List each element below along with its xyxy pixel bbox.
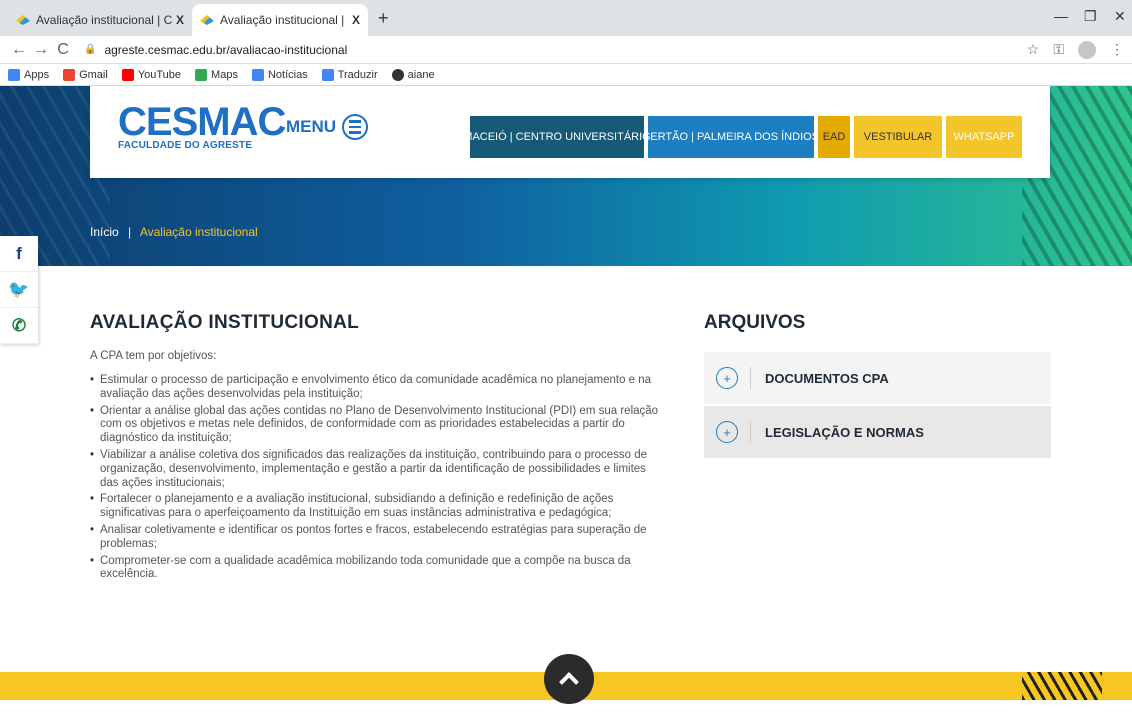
- divider: [750, 421, 751, 443]
- bookmark-label: YouTube: [137, 68, 182, 81]
- bookmark-maps[interactable]: Maps: [195, 68, 238, 81]
- bookmark-apps[interactable]: Apps: [8, 68, 50, 81]
- breadcrumb-current: Avaliação institucional: [139, 225, 258, 239]
- menu-label: MENU: [286, 117, 337, 136]
- site-header: CESMAC FACULDADE DO AGRESTE MENU MACEIÓ …: [90, 86, 1050, 178]
- plus-icon: +: [716, 367, 738, 389]
- hamburger-icon: [342, 114, 369, 140]
- close-window-icon[interactable]: ✕: [1114, 8, 1126, 25]
- breadcrumb-separator: |: [128, 225, 132, 239]
- list-item: Orientar a análise global das ações cont…: [90, 405, 660, 446]
- url-text: agreste.cesmac.edu.br/avaliacao-instituc…: [104, 42, 348, 57]
- address-bar-row: ← → C 🔒 agreste.cesmac.edu.br/avaliacao-…: [0, 36, 1132, 64]
- translate-icon: [321, 68, 334, 81]
- plus-icon: +: [716, 421, 738, 443]
- bookmark-aiane[interactable]: aiane: [391, 68, 435, 81]
- tab-title: Avaliação institucional | Cesmac: [36, 13, 172, 27]
- bookmarks-bar: Apps Gmail YouTube Maps Notícias Traduzi…: [0, 64, 1132, 86]
- page-content: CESMAC FACULDADE DO AGRESTE MENU MACEIÓ …: [0, 86, 1132, 704]
- profile-avatar[interactable]: [1078, 40, 1096, 59]
- youtube-icon: [121, 68, 134, 81]
- minimize-icon[interactable]: —: [1054, 8, 1068, 24]
- accordion-legislacao-normas[interactable]: + LEGISLAÇÃO E NORMAS: [704, 406, 1051, 458]
- restore-icon[interactable]: ❐: [1084, 8, 1097, 25]
- social-share-bar: f 🐦 ✆: [0, 236, 38, 344]
- bookmark-label: Traduzir: [337, 68, 378, 81]
- main-content: AVALIAÇÃO INSTITUCIONAL A CPA tem por ob…: [90, 312, 660, 585]
- files-accordion: + DOCUMENTOS CPA + LEGISLAÇÃO E NORMAS: [704, 352, 1051, 458]
- list-item: Fortalecer o planejamento e a avaliação …: [90, 493, 660, 521]
- new-tab-button[interactable]: +: [378, 8, 389, 29]
- nav-maceio-button[interactable]: MACEIÓ | CENTRO UNIVERSITÁRIO: [463, 116, 651, 158]
- lock-icon: 🔒: [84, 44, 97, 55]
- bookmark-youtube[interactable]: YouTube: [121, 68, 182, 81]
- close-tab-icon[interactable]: X: [352, 13, 360, 27]
- maps-icon: [195, 68, 208, 81]
- chevron-up-icon: [559, 672, 579, 692]
- favicon-icon: [16, 15, 30, 25]
- accordion-label: LEGISLAÇÃO E NORMAS: [765, 424, 924, 440]
- list-item: Estimular o processo de participação e e…: [90, 374, 660, 402]
- bookmark-label: aiane: [407, 68, 435, 81]
- nav-ead-button[interactable]: EAD: [818, 116, 850, 158]
- menu-button[interactable]: MENU: [286, 114, 369, 140]
- list-item: Viabilizar a análise coletiva dos signif…: [90, 449, 660, 490]
- bookmark-traduzir[interactable]: Traduzir: [321, 68, 378, 81]
- objectives-list: Estimular o processo de participação e e…: [90, 374, 660, 582]
- bookmark-noticias[interactable]: Notícias: [251, 68, 308, 81]
- browser-tab-bar: Avaliação institucional | Cesmac X Avali…: [0, 0, 1132, 36]
- forward-icon[interactable]: →: [30, 41, 52, 59]
- gmail-icon: [63, 68, 76, 81]
- breadcrumb: Início | Avaliação institucional: [90, 225, 258, 239]
- back-icon[interactable]: ←: [8, 41, 30, 59]
- accordion-label: DOCUMENTOS CPA: [765, 370, 889, 386]
- intro-text: A CPA tem por objetivos:: [90, 350, 217, 362]
- bookmark-label: Gmail: [79, 68, 108, 81]
- bookmark-label: Notícias: [267, 68, 308, 81]
- key-icon[interactable]: ⚿: [1053, 41, 1064, 58]
- list-item: Comprometer-se com a qualidade acadêmica…: [90, 555, 660, 583]
- twitter-icon[interactable]: 🐦: [0, 272, 38, 308]
- globe-icon: [391, 68, 404, 81]
- bookmark-label: Maps: [211, 68, 238, 81]
- more-menu-icon[interactable]: ⋮: [1110, 41, 1124, 58]
- divider: [750, 367, 751, 389]
- nav-vestibular-button[interactable]: VESTIBULAR: [854, 116, 942, 158]
- bookmark-star-icon[interactable]: ☆: [1027, 41, 1040, 58]
- browser-tab-active[interactable]: Avaliação institucional | Faculdad X: [192, 4, 368, 36]
- reload-icon[interactable]: C: [52, 41, 74, 59]
- browser-tab[interactable]: Avaliação institucional | Cesmac X: [8, 4, 192, 36]
- list-item: Analisar coletivamente e identificar os …: [90, 524, 660, 552]
- close-tab-icon[interactable]: X: [176, 13, 184, 27]
- facebook-icon[interactable]: f: [0, 236, 38, 272]
- accordion-documentos-cpa[interactable]: + DOCUMENTOS CPA: [704, 352, 1051, 404]
- files-title: ARQUIVOS: [704, 312, 806, 333]
- breadcrumb-home-link[interactable]: Início: [90, 225, 119, 239]
- cesmac-logo[interactable]: CESMAC FACULDADE DO AGRESTE: [118, 100, 286, 151]
- bookmark-label: Apps: [24, 68, 50, 81]
- nav-whatsapp-button[interactable]: WHATSAPP: [946, 116, 1022, 158]
- decorative-stripes: [1022, 672, 1102, 700]
- url-field[interactable]: 🔒 agreste.cesmac.edu.br/avaliacao-instit…: [84, 39, 1027, 61]
- scroll-to-top-button[interactable]: [544, 654, 594, 704]
- logo-text: CESMAC: [118, 100, 286, 144]
- favicon-icon: [200, 15, 214, 25]
- apps-grid-icon: [8, 68, 20, 81]
- bookmark-gmail[interactable]: Gmail: [63, 68, 108, 81]
- page-title: AVALIAÇÃO INSTITUCIONAL: [90, 312, 360, 333]
- tab-title: Avaliação institucional | Faculdad: [220, 13, 348, 27]
- files-sidebar: ARQUIVOS + DOCUMENTOS CPA + LEGISLAÇÃO E…: [704, 312, 1051, 460]
- news-icon: [251, 68, 264, 81]
- nav-sertao-button[interactable]: SERTÃO | PALMEIRA DOS ÍNDIOS: [643, 116, 819, 158]
- address-bar-actions: ☆ ⚿ ⋮: [1027, 40, 1124, 59]
- whatsapp-icon[interactable]: ✆: [0, 308, 38, 344]
